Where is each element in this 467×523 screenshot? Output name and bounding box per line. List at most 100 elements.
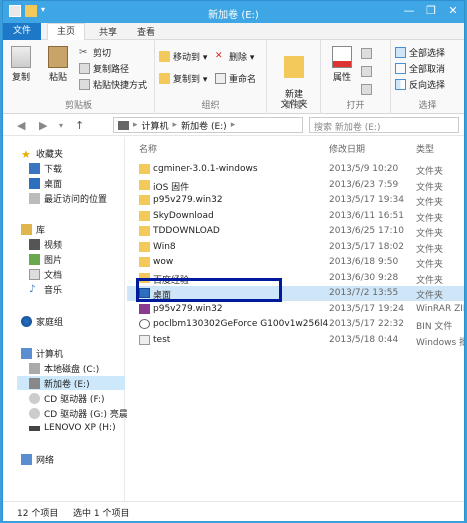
copy-to-icon <box>159 73 170 84</box>
nav-favorites[interactable]: ★ 收藏夹 <box>21 147 63 161</box>
tab-view[interactable]: 查看 <box>137 25 155 38</box>
cut-button[interactable]: ✂ 剪切 <box>79 46 111 59</box>
ribbon-tabs: 文件 主页 共享 查看 <box>3 23 464 41</box>
copy-icon <box>11 46 31 68</box>
invert-selection-button[interactable]: 反向选择 <box>395 78 445 91</box>
close-button[interactable]: ✕ <box>446 4 460 17</box>
copy-to-button[interactable]: 复制到 ▾ <box>159 72 207 85</box>
bin-icon <box>139 319 150 329</box>
nav-libraries[interactable]: 库 <box>21 223 45 236</box>
tab-share[interactable]: 共享 <box>99 25 117 38</box>
folder-icon <box>139 210 150 221</box>
tab-home[interactable]: 主页 <box>47 23 85 41</box>
file-row[interactable]: p95v279.win32 2013/5/17 19:34 文件夹 <box>127 193 464 208</box>
navigation-pane: ★ 收藏夹 下载 桌面 最近访问的位置 库 视频 图片 文档 ♪ 音乐 家庭组 计算… <box>3 137 128 501</box>
edit-icons[interactable] <box>361 66 372 77</box>
watermark-url: shenshanhongye.com <box>362 507 461 517</box>
file-row[interactable]: wow 2013/6/18 9:50 文件夹 <box>127 255 464 270</box>
file-row[interactable]: SkyDownload 2013/6/11 16:51 文件夹 <box>127 209 464 224</box>
bat-icon <box>139 334 150 345</box>
breadcrumb-new-volume[interactable]: 新加卷 (E:) <box>181 119 227 132</box>
file-type: BIN 文件 <box>416 322 453 332</box>
file-row[interactable]: iOS 固件 2013/6/23 7:59 文件夹 <box>127 178 464 193</box>
nav-cd-g[interactable]: CD 驱动器 (G:) 亮晨 <box>29 407 128 420</box>
folder-icon <box>139 226 150 236</box>
move-to-button[interactable]: 移动到 ▾ <box>159 50 207 63</box>
file-type: WinRAR ZIP <box>416 303 464 314</box>
nav-downloads[interactable]: 下载 <box>29 162 62 175</box>
file-name: TDDOWNLOAD <box>153 226 220 236</box>
paste-button[interactable]: 粘贴 <box>45 46 71 83</box>
file-row[interactable]: test 2013/5/18 0:44 Windows 批 <box>127 333 464 348</box>
folder-icon <box>139 164 150 174</box>
file-row[interactable]: Win8 2013/5/17 18:02 文件夹 <box>127 240 464 255</box>
watermark: 深山红叶 <box>332 470 461 500</box>
column-name[interactable]: 名称 <box>139 142 157 155</box>
computer-icon <box>118 120 129 130</box>
nav-recent[interactable]: 最近访问的位置 <box>29 192 107 205</box>
breadcrumb-computer[interactable]: 计算机 <box>142 119 169 132</box>
nav-desktop[interactable]: 桌面 <box>29 177 62 190</box>
recent-places-icon <box>29 193 40 204</box>
highlight-box <box>136 278 282 302</box>
file-row[interactable]: p95v279.win32 2013/5/17 19:24 WinRAR ZIP <box>127 302 464 317</box>
back-button[interactable]: ◀ <box>17 119 25 132</box>
file-type: 文件夹 <box>416 182 444 193</box>
delete-button[interactable]: ✕ 删除 ▾ <box>215 50 254 63</box>
address-bar[interactable]: ▸ 计算机 ▸ 新加卷 (E:) ▸ <box>113 117 303 133</box>
nav-videos[interactable]: 视频 <box>29 238 62 251</box>
nav-pictures[interactable]: 图片 <box>29 253 62 266</box>
file-type: 文件夹 <box>416 213 444 224</box>
nav-homegroup[interactable]: 家庭组 <box>21 315 63 328</box>
file-name: SkyDownload <box>153 210 214 221</box>
paste-shortcut-button[interactable]: 粘贴快捷方式 <box>79 78 147 91</box>
nav-cd-f[interactable]: CD 驱动器 (F:) <box>29 392 104 405</box>
invert-selection-icon <box>395 79 406 90</box>
history-icons[interactable] <box>361 84 372 95</box>
nav-lenovo-h[interactable]: LENOVO XP (H:) <box>29 423 116 433</box>
open-icons[interactable] <box>361 48 372 59</box>
file-name: iOS 固件 <box>153 182 190 193</box>
search-input[interactable]: 搜索 新加卷 (E:) <box>309 117 459 133</box>
nav-new-e[interactable]: 新加卷 (E:) <box>17 376 125 390</box>
recent-dropdown-icon[interactable]: ▾ <box>59 121 63 130</box>
clipboard-group-label: 剪贴板 <box>64 101 92 111</box>
file-name: p95v279.win32 <box>153 195 223 205</box>
nav-network[interactable]: 网络 <box>21 453 54 466</box>
nav-local-c[interactable]: 本地磁盘 (C:) <box>29 362 99 375</box>
library-icon <box>21 224 32 235</box>
delete-icon: ✕ <box>215 51 223 61</box>
tab-file[interactable]: 文件 <box>3 23 41 40</box>
file-type: 文件夹 <box>416 244 444 255</box>
column-type[interactable]: 类型 <box>416 142 434 155</box>
nav-computer[interactable]: 计算机 <box>21 347 63 360</box>
properties-button[interactable]: 属性 <box>329 46 355 83</box>
select-none-button[interactable]: 全部取消 <box>395 62 445 75</box>
file-row[interactable]: cgminer-3.0.1-windows 2013/5/9 10:20 文件夹 <box>127 162 464 177</box>
file-type: 文件夹 <box>416 167 444 177</box>
nav-documents[interactable]: 文档 <box>29 268 62 281</box>
ribbon: 复制 粘贴 ✂ 剪切 复制路径 粘贴快捷方式 剪贴板 移动到 ▾ 复制到 ▾ ✕ 删… <box>3 40 464 114</box>
file-date: 2013/6/23 7:59 <box>329 179 399 190</box>
column-date[interactable]: 修改日期 <box>329 142 365 155</box>
nav-music[interactable]: ♪ 音乐 <box>29 283 62 296</box>
address-bar-row: ◀ ▶ ▾ ↑ ▸ 计算机 ▸ 新加卷 (E:) ▸ 搜索 新加卷 (E:) <box>3 114 464 136</box>
up-button[interactable]: ↑ <box>75 119 84 132</box>
file-row[interactable]: poclbm130302GeForce G100v1w256l4 2013/5/1… <box>127 317 464 332</box>
file-type: 文件夹 <box>416 291 444 301</box>
pictures-icon <box>29 254 40 265</box>
maximize-button[interactable]: ❐ <box>424 4 438 17</box>
copy-path-button[interactable]: 复制路径 <box>79 62 129 75</box>
copy-button[interactable]: 复制 <box>9 46 33 83</box>
forward-button[interactable]: ▶ <box>39 119 47 132</box>
properties-icon <box>332 46 352 68</box>
rename-button[interactable]: 重命名 <box>215 72 256 85</box>
new-group-label: 新建 <box>284 101 303 111</box>
file-type: 文件夹 <box>416 229 444 239</box>
file-type: Windows 批 <box>416 337 464 348</box>
drive-icon <box>29 363 40 374</box>
zip-icon <box>139 303 150 314</box>
file-row[interactable]: TDDOWNLOAD 2013/6/25 17:10 文件夹 <box>127 224 464 239</box>
minimize-button[interactable]: — <box>402 4 416 17</box>
select-all-button[interactable]: 全部选择 <box>395 46 445 59</box>
